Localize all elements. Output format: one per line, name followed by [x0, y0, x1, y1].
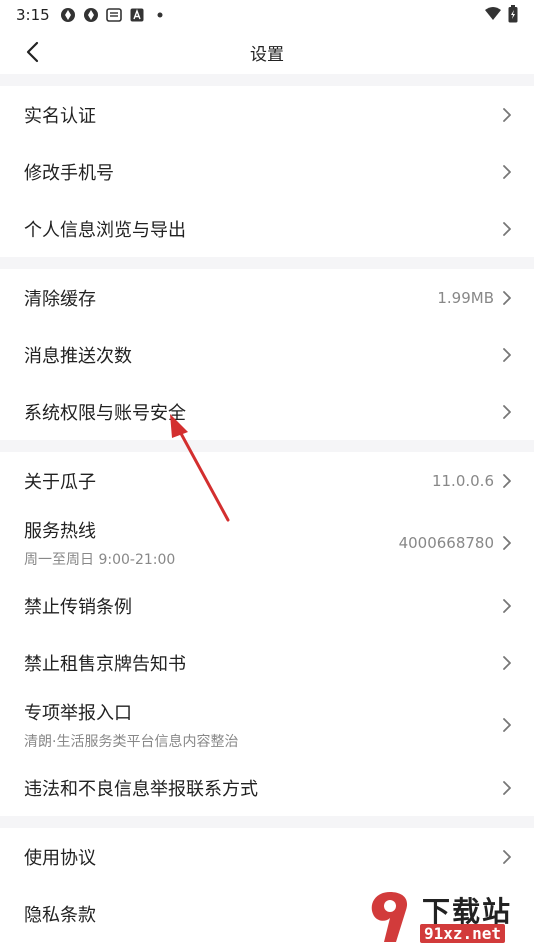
settings-item-label: 消息推送次数 [24, 345, 132, 367]
section-divider [0, 440, 534, 452]
settings-item-label: 修改手机号 [24, 162, 114, 184]
settings-item-label: 关于瓜子 [24, 471, 96, 493]
chevron-right-icon [503, 404, 511, 419]
app-icon-1 [60, 7, 76, 23]
chevron-right-icon [503, 655, 511, 670]
settings-item-label: 个人信息浏览与导出 [24, 219, 186, 241]
settings-section-about: 关于瓜子 11.0.0.6 服务热线 周一至周日 9:00-21:00 4000… [0, 452, 534, 816]
settings-item-label: 系统权限与账号安全 [24, 402, 186, 424]
hotline-number: 4000668780 [398, 534, 494, 552]
settings-item-label: 隐私条款 [24, 904, 96, 926]
settings-item-push-count[interactable]: 消息推送次数 [0, 326, 534, 383]
chevron-right-icon [503, 473, 511, 488]
settings-item-personal-info-export[interactable]: 个人信息浏览与导出 [0, 200, 534, 257]
version-value: 11.0.0.6 [431, 471, 494, 490]
section-divider [0, 816, 534, 828]
status-notification-icons [60, 7, 168, 23]
chevron-right-icon [503, 598, 511, 613]
settings-item-label: 实名认证 [24, 105, 96, 127]
battery-icon [508, 5, 518, 27]
settings-item-about[interactable]: 关于瓜子 11.0.0.6 [0, 452, 534, 509]
section-divider [0, 257, 534, 269]
cache-size-value: 1.99MB [437, 288, 494, 307]
settings-item-label: 违法和不良信息举报联系方式 [24, 778, 258, 800]
settings-item-plate-notice[interactable]: 禁止租售京牌告知书 [0, 634, 534, 691]
special-report-description: 清朗·生活服务类平台信息内容整治 [24, 734, 239, 750]
hotline-hours: 周一至周日 9:00-21:00 [24, 552, 176, 568]
settings-item-anti-pyramid[interactable]: 禁止传销条例 [0, 577, 534, 634]
chevron-left-icon [26, 41, 39, 63]
app-icon-2 [83, 7, 99, 23]
status-time: 3:15 [16, 6, 50, 24]
chevron-right-icon [503, 221, 511, 236]
status-bar: 3:15 [0, 0, 534, 30]
settings-item-permissions-security[interactable]: 系统权限与账号安全 [0, 383, 534, 440]
watermark: 下载站 91xz.net [362, 888, 532, 948]
settings-item-label: 专项举报入口 [24, 703, 132, 724]
watermark-url: 91xz.net [420, 924, 506, 943]
settings-section-account: 实名认证 修改手机号 个人信息浏览与导出 [0, 86, 534, 257]
settings-item-label: 服务热线 [24, 521, 96, 542]
watermark-logo-icon [371, 892, 408, 942]
status-right-icons [484, 5, 518, 27]
chevron-right-icon [503, 536, 511, 550]
settings-item-label: 禁止传销条例 [24, 596, 132, 618]
back-button[interactable] [18, 38, 46, 66]
settings-item-clear-cache[interactable]: 清除缓存 1.99MB [0, 269, 534, 326]
settings-item-label: 使用协议 [24, 847, 96, 869]
chevron-right-icon [503, 164, 511, 179]
chevron-right-icon [503, 718, 511, 732]
chevron-right-icon [503, 290, 511, 305]
settings-item-real-name[interactable]: 实名认证 [0, 86, 534, 143]
settings-item-change-phone[interactable]: 修改手机号 [0, 143, 534, 200]
message-icon [105, 7, 122, 23]
nav-bar: 设置 [0, 30, 534, 74]
settings-item-hotline[interactable]: 服务热线 周一至周日 9:00-21:00 4000668780 [0, 509, 534, 577]
chevron-right-icon [503, 849, 511, 864]
settings-item-label: 清除缓存 [24, 288, 96, 310]
chevron-right-icon [503, 347, 511, 362]
settings-section-system: 清除缓存 1.99MB 消息推送次数 系统权限与账号安全 [0, 269, 534, 440]
wifi-icon [484, 6, 502, 26]
chevron-right-icon [503, 107, 511, 122]
settings-item-user-agreement[interactable]: 使用协议 [0, 828, 534, 885]
dot-icon [152, 7, 168, 23]
settings-item-illegal-report-contact[interactable]: 违法和不良信息举报联系方式 [0, 759, 534, 816]
settings-item-special-report[interactable]: 专项举报入口 清朗·生活服务类平台信息内容整治 [0, 691, 534, 759]
chevron-right-icon [503, 780, 511, 795]
section-divider [0, 74, 534, 86]
a-icon [129, 7, 145, 23]
page-title: 设置 [250, 44, 284, 65]
settings-item-label: 禁止租售京牌告知书 [24, 653, 186, 675]
